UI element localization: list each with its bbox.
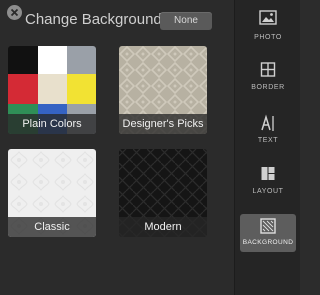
swatch-yellow [67,74,96,104]
sidebar-label: PHOTO [254,34,282,41]
swatch-red [8,74,38,104]
tile-modern[interactable]: Modern [119,149,207,237]
swatch-black [8,46,38,74]
sidebar-label: BACKGROUND [242,239,294,246]
tile-label: Classic [8,217,96,237]
none-button[interactable]: None [160,12,212,30]
sidebar-item-text[interactable]: TEXT [235,110,301,150]
sidebar: PHOTO BORDER TEXT LAYOUT BACKGROUND [234,0,300,295]
swatch-gray [67,46,96,74]
tile-plain-colors[interactable]: Plain Colors [8,46,96,134]
tile-classic[interactable]: Classic [8,149,96,237]
sidebar-label: LAYOUT [252,188,284,195]
sidebar-item-background[interactable]: BACKGROUND [240,214,296,252]
border-icon [260,62,276,77]
tile-label: Designer's Picks [119,114,207,134]
tile-label: Modern [119,217,207,237]
tile-label: Plain Colors [8,114,96,134]
swatch-white [38,46,67,74]
swatch-cream [38,74,67,104]
photo-icon [259,10,277,25]
sidebar-label: TEXT [257,137,279,144]
sidebar-label: BORDER [251,84,285,91]
text-icon [261,114,274,131]
tile-designers-picks[interactable]: Designer's Picks [119,46,207,134]
close-icon [10,8,19,17]
sidebar-item-layout[interactable]: LAYOUT [235,162,301,202]
sidebar-item-border[interactable]: BORDER [235,58,301,98]
layout-icon [261,167,275,180]
panel-title: Change Background [25,11,162,28]
background-icon [260,218,276,234]
close-button[interactable] [7,5,22,20]
sidebar-item-photo[interactable]: PHOTO [235,6,301,46]
background-panel: Change Background None Plain Colors Desi… [0,0,234,295]
